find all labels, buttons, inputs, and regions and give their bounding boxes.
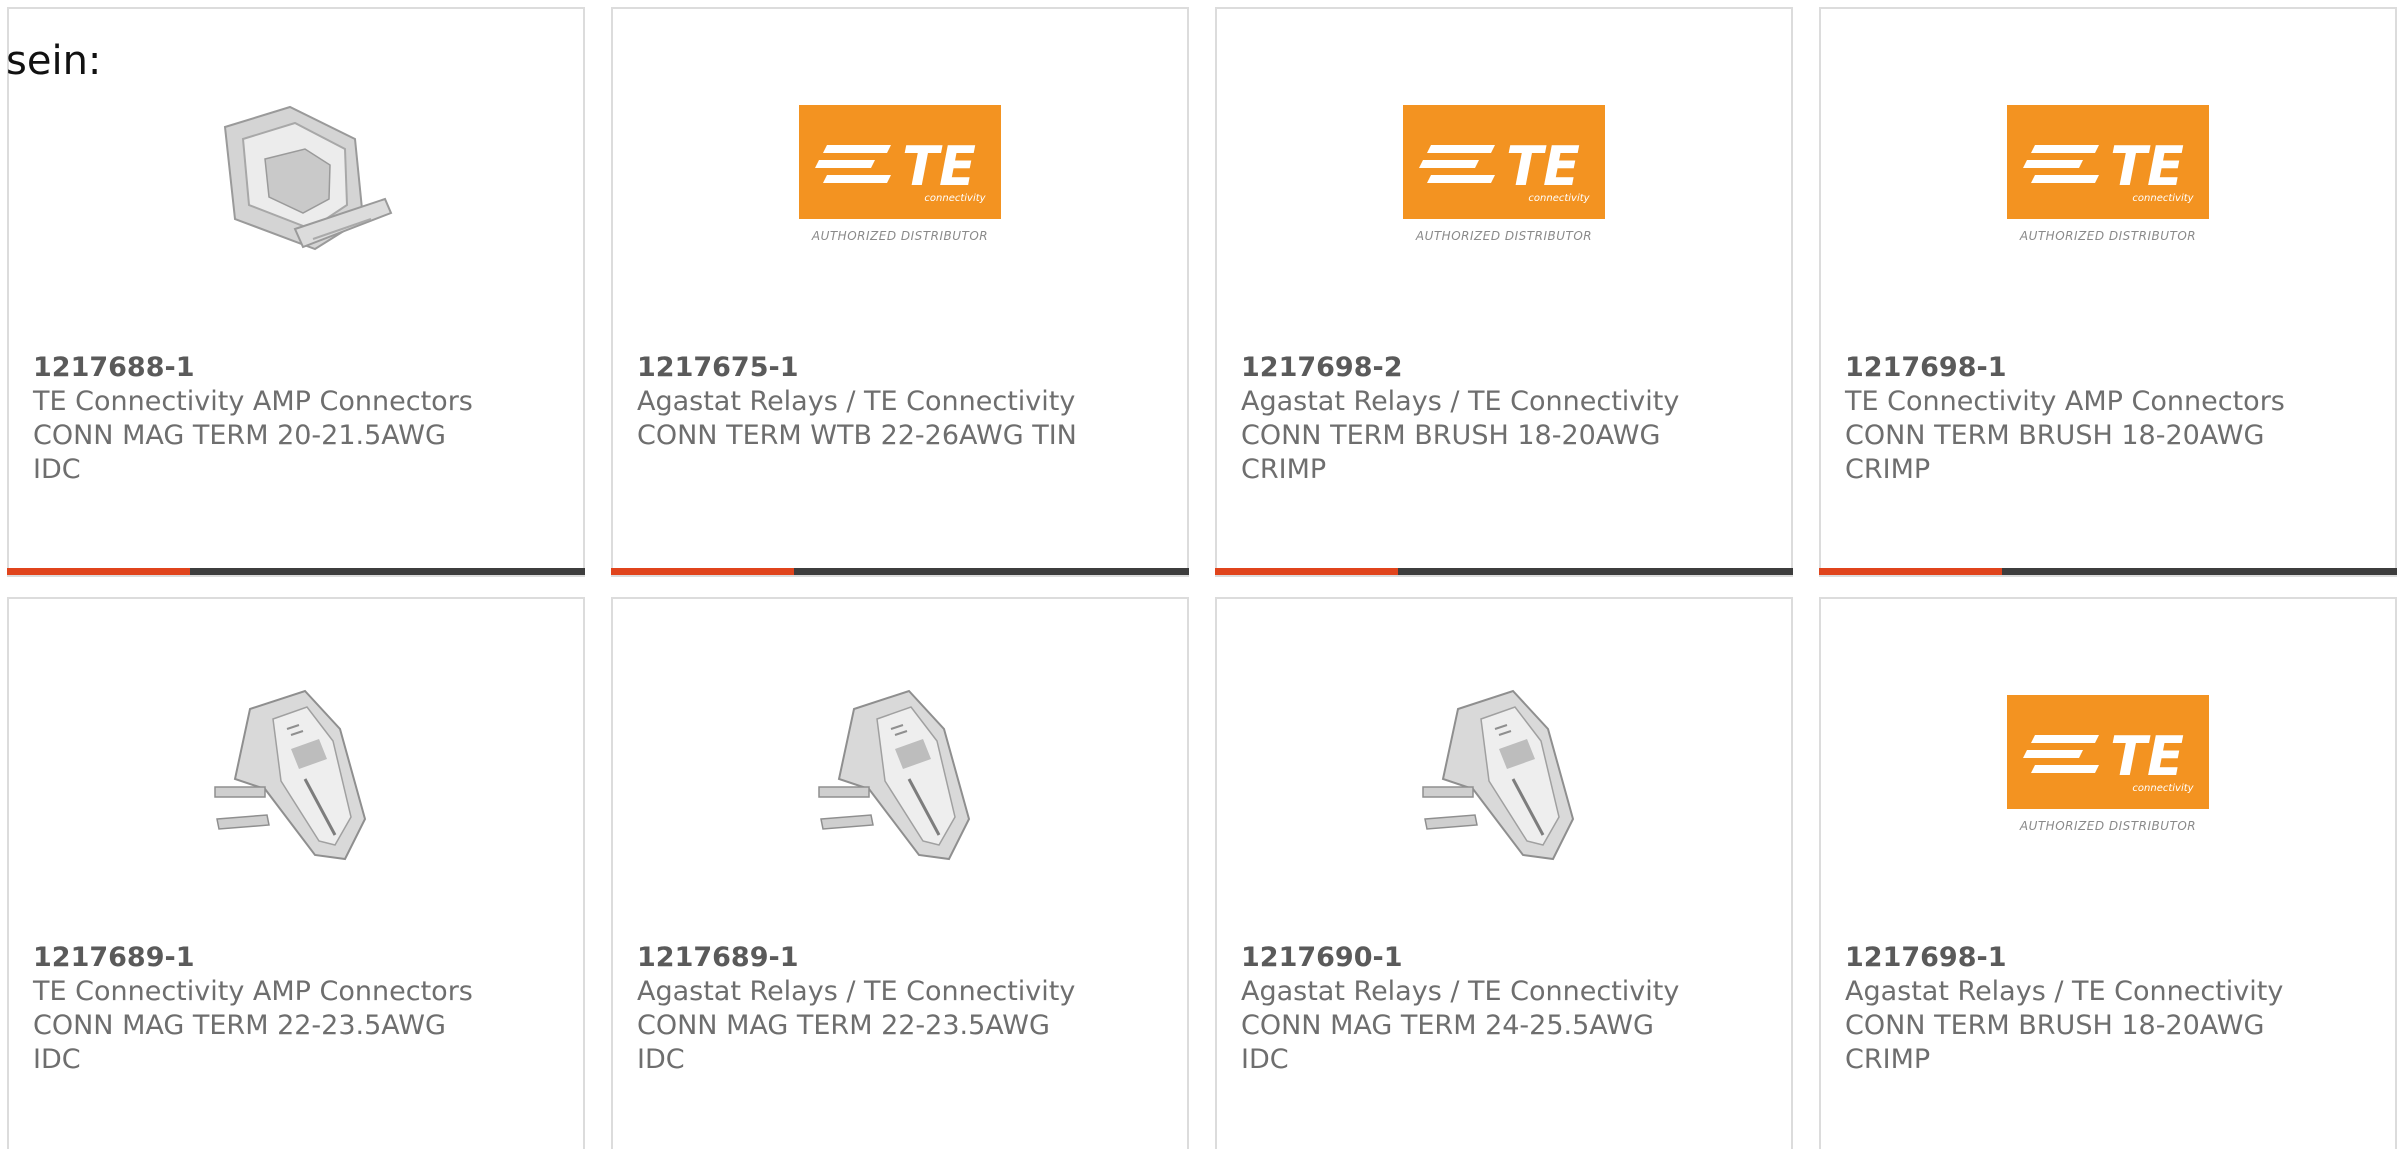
product-card[interactable]: 1217689-1 Agastat Relays / TE Connectivit… bbox=[611, 597, 1189, 1149]
product-image[interactable]: AUTHORIZED DISTRIBUTOR bbox=[799, 79, 1001, 281]
product-image[interactable] bbox=[195, 79, 397, 281]
product-card[interactable]: AUTHORIZED DISTRIBUTOR 1217698-1 Agastat R… bbox=[1819, 597, 2397, 1149]
product-info: 1217688-1 TE Connectivity AMP Connectors C… bbox=[33, 351, 473, 487]
card-bottom-bar bbox=[611, 568, 1189, 575]
description-line-2: IDC bbox=[33, 454, 81, 485]
manufacturer: Agastat Relays / TE Connectivity bbox=[1241, 386, 1680, 417]
part-number[interactable]: 1217689-1 bbox=[637, 941, 1077, 975]
description-line-1: CONN TERM BRUSH 18-20AWG bbox=[1241, 420, 1661, 451]
te-connectivity-logo: AUTHORIZED DISTRIBUTOR bbox=[799, 105, 1001, 255]
te-logo-icon bbox=[2007, 105, 2209, 219]
te-connectivity-logo: AUTHORIZED DISTRIBUTOR bbox=[1403, 105, 1605, 255]
product-card[interactable]: 1217688-1 TE Connectivity AMP Connectors C… bbox=[7, 7, 585, 577]
logo-tagline: AUTHORIZED DISTRIBUTOR bbox=[2019, 819, 2197, 833]
manufacturer: TE Connectivity AMP Connectors bbox=[1845, 386, 2285, 417]
manufacturer: Agastat Relays / TE Connectivity bbox=[1241, 976, 1680, 1007]
card-accent-bar bbox=[1819, 568, 2002, 575]
te-connectivity-logo: AUTHORIZED DISTRIBUTOR bbox=[2007, 105, 2209, 255]
manufacturer: Agastat Relays / TE Connectivity bbox=[637, 976, 1076, 1007]
product-image[interactable] bbox=[195, 669, 397, 871]
description-line-2: CRIMP bbox=[1241, 454, 1327, 485]
card-bottom-bar bbox=[1819, 568, 2397, 575]
logo-tagline: AUTHORIZED DISTRIBUTOR bbox=[1415, 229, 1593, 243]
logo-tagline: AUTHORIZED DISTRIBUTOR bbox=[2019, 229, 2197, 243]
product-info: 1217698-2 Agastat Relays / TE Connectivit… bbox=[1241, 351, 1681, 487]
description-line-2: CRIMP bbox=[1845, 454, 1931, 485]
description-line-1: CONN TERM BRUSH 18-20AWG bbox=[1845, 1010, 2265, 1041]
description-line-1: CONN MAG TERM 20-21.5AWG bbox=[33, 420, 446, 451]
description-line-2: IDC bbox=[637, 1044, 685, 1075]
description-line-2: IDC bbox=[33, 1044, 81, 1075]
product-card[interactable]: AUTHORIZED DISTRIBUTOR 1217675-1 Agastat R… bbox=[611, 7, 1189, 577]
product-image[interactable]: AUTHORIZED DISTRIBUTOR bbox=[2007, 79, 2209, 281]
manufacturer: Agastat Relays / TE Connectivity bbox=[1845, 976, 2284, 1007]
part-number[interactable]: 1217698-1 bbox=[1845, 941, 2285, 975]
part-number[interactable]: 1217689-1 bbox=[33, 941, 473, 975]
card-bottom-bar bbox=[7, 568, 585, 575]
product-image[interactable] bbox=[1403, 669, 1605, 871]
card-accent-bar bbox=[611, 568, 794, 575]
mag-terminal-icon bbox=[799, 669, 1001, 871]
product-info: 1217689-1 Agastat Relays / TE Connectivit… bbox=[637, 941, 1077, 1077]
product-info: 1217675-1 Agastat Relays / TE Connectivit… bbox=[637, 351, 1077, 453]
mag-terminal-icon bbox=[195, 669, 397, 871]
product-card[interactable]: 1217689-1 TE Connectivity AMP Connectors C… bbox=[7, 597, 585, 1149]
description-line-1: CONN MAG TERM 22-23.5AWG bbox=[637, 1010, 1050, 1041]
description-line-1: CONN MAG TERM 22-23.5AWG bbox=[33, 1010, 446, 1041]
part-number[interactable]: 1217698-1 bbox=[1845, 351, 2285, 385]
te-connectivity-logo: AUTHORIZED DISTRIBUTOR bbox=[2007, 695, 2209, 845]
product-image[interactable] bbox=[799, 669, 1001, 871]
part-number[interactable]: 1217698-2 bbox=[1241, 351, 1681, 385]
card-bottom-bar bbox=[1215, 568, 1793, 575]
card-accent-bar bbox=[1215, 568, 1398, 575]
logo-tagline: AUTHORIZED DISTRIBUTOR bbox=[811, 229, 989, 243]
description-line-1: CONN TERM BRUSH 18-20AWG bbox=[1845, 420, 2265, 451]
clip-terminal-icon bbox=[195, 79, 397, 281]
product-image[interactable]: AUTHORIZED DISTRIBUTOR bbox=[1403, 79, 1605, 281]
description-line-1: CONN MAG TERM 24-25.5AWG bbox=[1241, 1010, 1654, 1041]
description-line-2: IDC bbox=[1241, 1044, 1289, 1075]
intro-text: sein: bbox=[6, 38, 102, 84]
part-number[interactable]: 1217690-1 bbox=[1241, 941, 1681, 975]
product-info: 1217698-1 TE Connectivity AMP Connectors C… bbox=[1845, 351, 2285, 487]
product-card[interactable]: AUTHORIZED DISTRIBUTOR 1217698-1 TE Connec… bbox=[1819, 7, 2397, 577]
part-number[interactable]: 1217675-1 bbox=[637, 351, 1077, 385]
te-logo-icon bbox=[799, 105, 1001, 219]
mag-terminal-icon bbox=[1403, 669, 1605, 871]
description-line-2: CRIMP bbox=[1845, 1044, 1931, 1075]
te-logo-icon bbox=[2007, 695, 2209, 809]
manufacturer: TE Connectivity AMP Connectors bbox=[33, 976, 473, 1007]
part-number[interactable]: 1217688-1 bbox=[33, 351, 473, 385]
product-card[interactable]: AUTHORIZED DISTRIBUTOR 1217698-2 Agastat R… bbox=[1215, 7, 1793, 577]
product-image[interactable]: AUTHORIZED DISTRIBUTOR bbox=[2007, 669, 2209, 871]
card-accent-bar bbox=[7, 568, 190, 575]
product-info: 1217689-1 TE Connectivity AMP Connectors C… bbox=[33, 941, 473, 1077]
product-card[interactable]: 1217690-1 Agastat Relays / TE Connectivit… bbox=[1215, 597, 1793, 1149]
product-info: 1217698-1 Agastat Relays / TE Connectivit… bbox=[1845, 941, 2285, 1077]
product-info: 1217690-1 Agastat Relays / TE Connectivit… bbox=[1241, 941, 1681, 1077]
manufacturer: TE Connectivity AMP Connectors bbox=[33, 386, 473, 417]
manufacturer: Agastat Relays / TE Connectivity bbox=[637, 386, 1076, 417]
product-grid-page: sein: 1217688-1 TE Connectivity AMP Conne… bbox=[0, 0, 2400, 1149]
description-line-1: CONN TERM WTB 22-26AWG TIN bbox=[637, 420, 1077, 451]
te-logo-icon bbox=[1403, 105, 1605, 219]
